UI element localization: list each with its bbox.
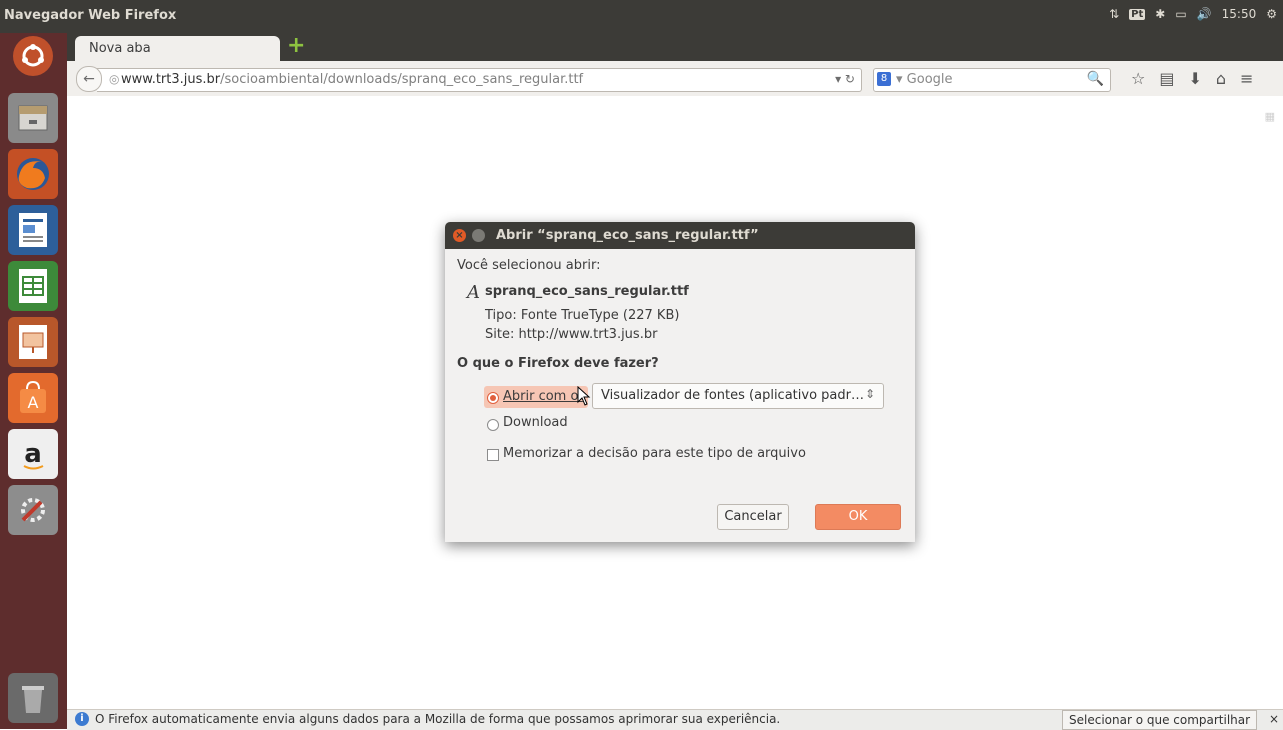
bookmarks-menu-icon[interactable]: ▤ — [1159, 69, 1174, 88]
file-type: Tipo: Fonte TrueType (227 KB) — [485, 308, 680, 323]
menu-icon[interactable]: ≡ — [1240, 69, 1253, 88]
search-placeholder: Google — [906, 72, 953, 87]
close-notification-icon[interactable]: × — [1269, 712, 1279, 726]
tab-label: Nova aba — [89, 41, 151, 56]
remember-label[interactable]: Memorizar a decisão para este tipo de ar… — [503, 446, 806, 461]
cancel-button[interactable]: Cancelar — [717, 504, 789, 530]
minimize-icon[interactable] — [472, 229, 485, 242]
search-input[interactable]: ▾ Google — [896, 72, 953, 87]
search-icon[interactable]: 🔍 — [1087, 71, 1104, 87]
svg-text:A: A — [28, 393, 39, 412]
application-select[interactable]: Visualizador de fontes (aplicativo padr…… — [592, 383, 884, 409]
new-tab-icon[interactable]: + — [287, 35, 305, 57]
download-radio[interactable] — [487, 417, 499, 432]
writer-icon[interactable] — [8, 205, 58, 255]
network-icon[interactable]: ⇅ — [1109, 7, 1119, 21]
system-tray: ⇅ Pt ✱ ▭ 🔊 15:50 ⚙ — [1109, 7, 1277, 21]
window-title: Navegador Web Firefox — [4, 8, 177, 23]
dialog-titlebar: × Abrir “spranq_eco_sans_regular.ttf” — [445, 222, 915, 249]
remember-checkbox-box[interactable] — [487, 448, 499, 461]
downloads-icon[interactable]: ⬇ — [1188, 69, 1201, 88]
ubuntu-dash-icon[interactable] — [13, 36, 53, 76]
url-domain: www.trt3.jus.br — [121, 72, 221, 87]
home-icon[interactable]: ⌂ — [1216, 69, 1226, 88]
launcher: A a — [0, 33, 67, 729]
dialog-title: Abrir “spranq_eco_sans_regular.ttf” — [496, 228, 759, 243]
software-center-icon[interactable]: A — [8, 373, 58, 423]
download-label[interactable]: Download — [503, 415, 568, 430]
bluetooth-icon[interactable]: ✱ — [1155, 7, 1165, 21]
url-path: /socioambiental/downloads/spranq_eco_san… — [220, 72, 584, 87]
open-with-label[interactable]: Abrir com o: — [503, 389, 583, 404]
open-with-radio[interactable] — [487, 390, 499, 405]
info-icon: i — [75, 712, 89, 726]
settings-icon[interactable] — [8, 485, 58, 535]
impress-icon[interactable] — [8, 317, 58, 367]
toolbar-icons: ☆ ▤ ⬇ ⌂ ≡ — [1131, 69, 1253, 88]
notification-bar: i O Firefox automaticamente envia alguns… — [67, 709, 1283, 730]
google-icon[interactable]: 8 — [877, 72, 891, 86]
file-site: Site: http://www.trt3.jus.br — [485, 327, 658, 342]
close-icon[interactable]: × — [453, 229, 466, 242]
url-text: www.trt3.jus.br/socioambiental/downloads… — [121, 72, 583, 87]
keyboard-layout-indicator[interactable]: Pt — [1129, 8, 1146, 20]
clock[interactable]: 15:50 — [1222, 7, 1257, 21]
trash-icon[interactable] — [8, 673, 58, 723]
svg-text:a: a — [24, 439, 42, 469]
grid-icon[interactable]: ▦ — [1265, 110, 1275, 123]
tab-new[interactable]: Nova aba — [75, 36, 280, 61]
share-choice-button[interactable]: Selecionar o que compartilhar — [1062, 710, 1258, 730]
url-bar[interactable]: ◎ www.trt3.jus.br/socioambiental/downloa… — [97, 68, 862, 92]
ok-button[interactable]: OK — [815, 504, 901, 530]
navigation-bar: ◎ www.trt3.jus.br/socioambiental/downloa… — [67, 61, 1283, 97]
open-file-dialog: × Abrir “spranq_eco_sans_regular.ttf” Vo… — [445, 222, 915, 542]
file-name: spranq_eco_sans_regular.ttf — [485, 284, 689, 299]
top-panel: Navegador Web Firefox ⇅ Pt ✱ ▭ 🔊 15:50 ⚙ — [0, 0, 1283, 33]
firefox-icon[interactable] — [8, 149, 58, 199]
reload-icon[interactable]: ▾ ↻ — [835, 72, 855, 86]
search-bar[interactable]: 8 ▾ Google 🔍 — [873, 68, 1111, 92]
notification-message: O Firefox automaticamente envia alguns d… — [95, 712, 781, 726]
application-select-value: Visualizador de fontes (aplicativo padr… — [601, 388, 864, 403]
volume-icon[interactable]: 🔊 — [1197, 7, 1212, 21]
files-icon[interactable] — [8, 93, 58, 143]
tab-bar: Nova aba + — [67, 33, 1283, 61]
action-question: O que o Firefox deve fazer? — [457, 356, 659, 371]
remember-checkbox[interactable] — [487, 447, 499, 462]
amazon-icon[interactable]: a — [8, 429, 58, 479]
select-arrows-icon: ⇕ — [864, 387, 875, 401]
open-with-radio-button[interactable] — [487, 391, 499, 404]
gear-icon[interactable]: ⚙ — [1266, 7, 1277, 21]
calc-icon[interactable] — [8, 261, 58, 311]
globe-icon: ◎ — [109, 72, 120, 86]
dialog-intro: Você selecionou abrir: — [457, 258, 601, 273]
font-file-icon: A — [467, 282, 480, 303]
back-button[interactable]: ← — [76, 66, 102, 92]
battery-icon[interactable]: ▭ — [1175, 7, 1186, 21]
download-radio-button[interactable] — [487, 418, 499, 431]
bookmark-star-icon[interactable]: ☆ — [1131, 69, 1145, 88]
mouse-pointer-icon — [577, 386, 591, 406]
